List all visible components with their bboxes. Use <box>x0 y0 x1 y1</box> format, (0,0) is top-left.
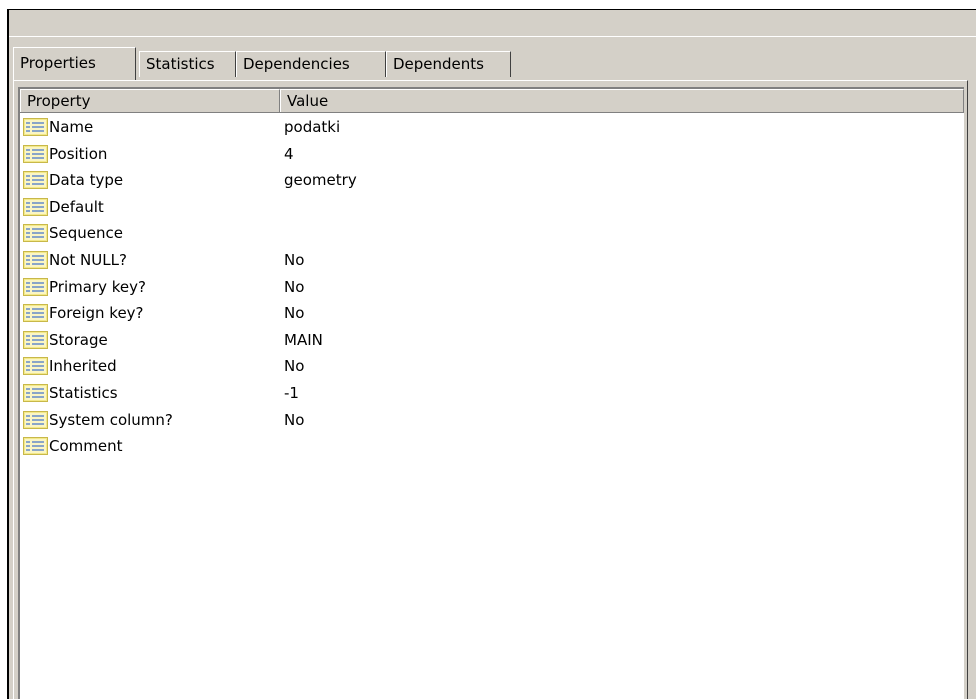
property-value: geometry <box>284 171 357 190</box>
property-value: No <box>284 357 305 376</box>
list-item[interactable]: Not NULL? No <box>20 247 964 274</box>
tab-dependents[interactable]: Dependents <box>386 51 511 77</box>
tab-statistics-label: Statistics <box>146 55 215 73</box>
property-name: Foreign key? <box>49 304 144 323</box>
property-rows: Name podatki Position 4 Data type geometry Def… <box>20 114 964 460</box>
list-item[interactable]: Statistics -1 <box>20 380 964 407</box>
list-item[interactable]: Position 4 <box>20 141 964 168</box>
property-name: Statistics <box>49 383 118 402</box>
property-name: Inherited <box>49 357 117 376</box>
column-header-value-label: Value <box>287 92 329 110</box>
property-value: podatki <box>284 118 341 136</box>
property-list-icon <box>23 330 48 349</box>
list-header: Property Value <box>20 89 964 113</box>
property-name: Comment <box>49 437 123 456</box>
column-header-value[interactable]: Value <box>280 89 964 112</box>
property-list-icon <box>23 144 48 163</box>
list-item[interactable]: Data type geometry <box>20 167 964 194</box>
property-value: -1 <box>284 383 299 402</box>
property-list-icon <box>23 357 48 376</box>
tab-statistics[interactable]: Statistics <box>139 51 236 77</box>
property-list-icon <box>23 304 48 323</box>
list-item[interactable]: Sequence <box>20 220 964 247</box>
property-name: Sequence <box>49 224 123 243</box>
column-header-property-label: Property <box>27 92 91 110</box>
property-name: Not NULL? <box>49 250 127 269</box>
property-list-icon <box>23 250 48 269</box>
property-list-icon <box>23 383 48 402</box>
property-name: Data type <box>49 171 124 190</box>
property-list-icon <box>23 410 48 429</box>
list-item[interactable]: Primary key? No <box>20 274 964 301</box>
property-value: No <box>284 410 305 429</box>
property-list-icon <box>23 197 48 216</box>
property-name: Name <box>49 118 94 136</box>
list-item[interactable]: System column? No <box>20 407 964 434</box>
list-item[interactable]: Name podatki <box>20 114 964 141</box>
tab-dependents-label: Dependents <box>393 55 484 73</box>
property-list-icon <box>23 224 48 243</box>
list-item[interactable]: Storage MAIN <box>20 327 964 354</box>
property-list-icon <box>23 171 48 190</box>
properties-panel: Property Value Name podatki Position 4 Data … <box>13 80 968 699</box>
property-list-icon <box>23 277 48 296</box>
property-value: 4 <box>284 144 294 163</box>
tab-dependencies-label: Dependencies <box>243 55 350 73</box>
tab-dependencies[interactable]: Dependencies <box>236 51 386 77</box>
list-item[interactable]: Comment <box>20 433 964 460</box>
property-name: Position <box>49 144 108 163</box>
property-value: No <box>284 250 305 269</box>
property-value: MAIN <box>284 330 323 349</box>
property-value: No <box>284 304 305 323</box>
property-name: Storage <box>49 330 108 349</box>
property-value: No <box>284 277 305 296</box>
properties-window: Properties Statistics Dependencies Depen… <box>7 9 976 699</box>
column-header-property[interactable]: Property <box>20 89 280 112</box>
property-name: Default <box>49 197 104 216</box>
tab-properties-label: Properties <box>20 54 96 72</box>
tab-strip: Properties Statistics Dependencies Depen… <box>13 47 968 80</box>
properties-list[interactable]: Property Value Name podatki Position 4 Data … <box>18 87 964 699</box>
property-name: Primary key? <box>49 277 146 296</box>
window-top-bar <box>9 10 976 37</box>
property-list-icon <box>23 118 48 136</box>
property-list-icon <box>23 437 48 456</box>
property-name: System column? <box>49 410 173 429</box>
list-item[interactable]: Foreign key? No <box>20 300 964 327</box>
list-item[interactable]: Inherited No <box>20 353 964 380</box>
tab-properties[interactable]: Properties <box>13 47 136 80</box>
list-item[interactable]: Default <box>20 194 964 221</box>
